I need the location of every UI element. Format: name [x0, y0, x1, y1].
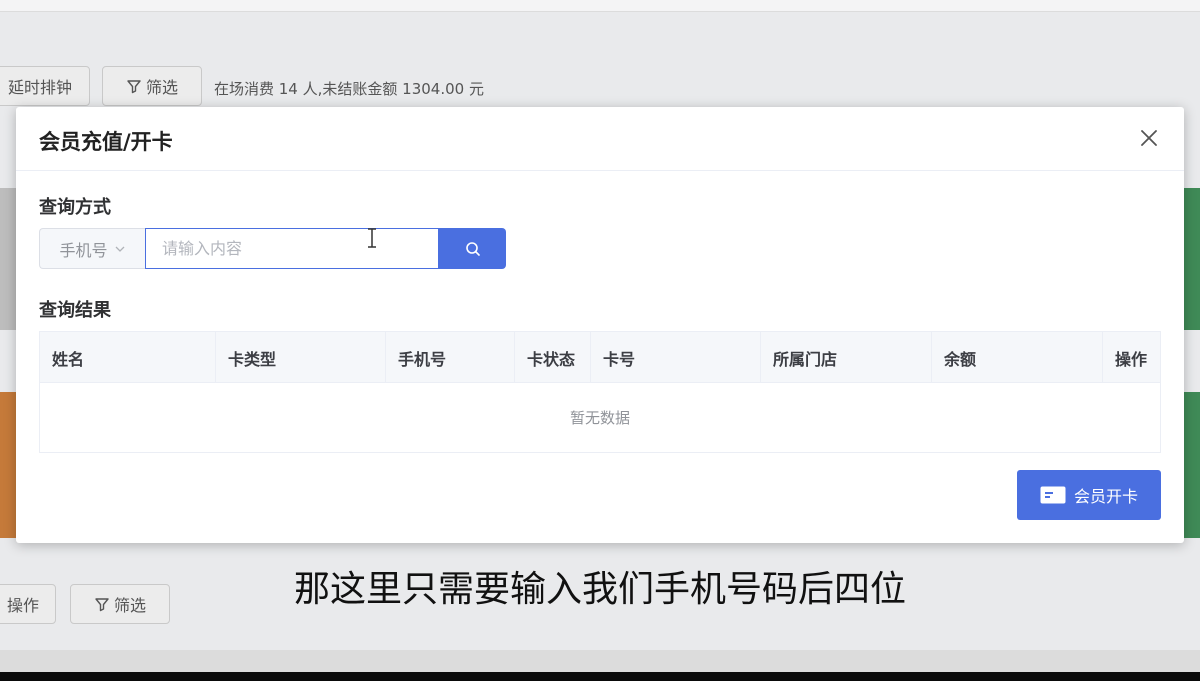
- consumption-info: 在场消费 14 人,未结账金额 1304.00 元: [214, 80, 484, 98]
- column-header-phone[interactable]: 手机号: [386, 332, 515, 383]
- search-type-value: 手机号: [59, 240, 108, 260]
- column-header-card-status[interactable]: 卡状态: [515, 332, 591, 383]
- background-toolbar: 延时排钟 筛选 在场消费 14 人,未结账金额 1304.00 元: [0, 66, 1200, 108]
- column-header-actions[interactable]: 操作: [1103, 332, 1160, 383]
- query-results-label: 查询结果: [39, 300, 111, 321]
- query-method-label: 查询方式: [39, 197, 111, 218]
- delay-button[interactable]: 延时排钟: [0, 66, 90, 106]
- filter-button-label: 筛选: [145, 78, 178, 97]
- dialog-header: 会员充值/开卡: [16, 107, 1184, 171]
- column-header-card-type[interactable]: 卡类型: [216, 332, 386, 383]
- filter-button[interactable]: 筛选: [102, 66, 202, 106]
- open-member-card-button[interactable]: 会员开卡: [1017, 470, 1161, 520]
- chevron-down-icon: [115, 246, 124, 252]
- close-button[interactable]: [1136, 125, 1162, 151]
- dialog-title: 会员充值/开卡: [39, 130, 173, 154]
- search-input[interactable]: [145, 228, 439, 269]
- column-header-balance[interactable]: 余额: [932, 332, 1103, 383]
- video-bottom-bar: [0, 672, 1200, 681]
- member-card-icon: [1040, 486, 1066, 504]
- table-header: 姓名 卡类型 手机号 卡状态 卡号 所属门店 余额 操作: [40, 332, 1160, 383]
- column-header-store[interactable]: 所属门店: [761, 332, 932, 383]
- filter-icon: [127, 80, 141, 94]
- table-empty-state: 暂无数据: [569, 409, 630, 427]
- search-icon: [465, 241, 480, 256]
- column-header-card-number[interactable]: 卡号: [591, 332, 761, 383]
- close-icon: [1141, 130, 1157, 146]
- delay-button-label: 延时排钟: [7, 78, 72, 97]
- text-cursor-icon: [368, 228, 376, 248]
- search-type-select[interactable]: 手机号: [39, 228, 145, 269]
- column-header-name[interactable]: 姓名: [40, 332, 216, 383]
- background-bottom-bar: [0, 650, 1200, 672]
- search-button[interactable]: [439, 228, 506, 269]
- video-subtitle: 那这里只需要输入我们手机号码后四位: [293, 569, 906, 610]
- search-row: 手机号: [39, 228, 506, 269]
- results-table: 姓名 卡类型 手机号 卡状态 卡号 所属门店 余额 操作 暂无数据: [39, 331, 1161, 453]
- open-member-card-label: 会员开卡: [1073, 487, 1138, 506]
- background-top-strip: [0, 0, 1200, 12]
- member-recharge-dialog: 会员充值/开卡 查询方式 手机号 查询结果 姓名 卡类型 手机号 卡状态 卡号 …: [16, 107, 1184, 543]
